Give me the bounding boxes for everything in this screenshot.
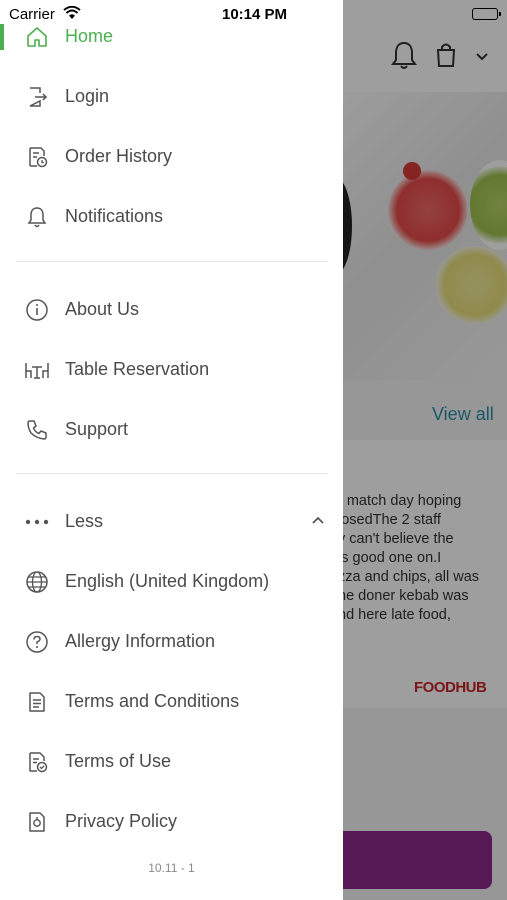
- menu-label: Allergy Information: [65, 630, 216, 651]
- more-dots-icon: [24, 509, 50, 535]
- menu-item-login[interactable]: Login: [0, 71, 343, 121]
- menu-label: Terms and Conditions: [65, 690, 240, 711]
- status-bar: Carrier 10:14 PM: [0, 0, 507, 28]
- bell-icon: [24, 204, 50, 230]
- menu-item-terms-use[interactable]: Terms of Use: [0, 736, 343, 786]
- menu-item-support[interactable]: Support: [0, 404, 343, 454]
- menu-label: Support: [65, 418, 129, 439]
- menu-divider: [16, 261, 328, 262]
- menu-item-privacy[interactable]: Privacy Policy: [0, 796, 343, 846]
- menu-label: English (United Kingdom): [65, 570, 270, 591]
- menu-label: Notifications: [65, 205, 164, 226]
- menu-label: Login: [65, 85, 110, 106]
- menu-label: Home: [65, 25, 114, 46]
- menu-item-less[interactable]: Less: [0, 496, 343, 546]
- menu-divider: [16, 473, 328, 474]
- menu-label: Less: [65, 510, 104, 531]
- menu-item-table-reservation[interactable]: Table Reservation: [0, 344, 343, 394]
- menu-item-notifications[interactable]: Notifications: [0, 191, 343, 241]
- menu-label: Table Reservation: [65, 358, 210, 379]
- menu-item-language[interactable]: English (United Kingdom): [0, 556, 343, 606]
- status-time: 10:14 PM: [222, 6, 288, 23]
- document-check-icon: [24, 749, 50, 775]
- phone-icon: [24, 417, 50, 443]
- app-version: 10.11 - 1: [148, 861, 195, 875]
- battery-icon: [472, 8, 501, 20]
- navigation-drawer: Home Login Order History Notifications A…: [0, 0, 343, 900]
- menu-label: Terms of Use: [65, 750, 172, 771]
- info-icon: [24, 297, 50, 323]
- menu-item-about-us[interactable]: About Us: [0, 284, 343, 334]
- login-icon: [24, 84, 50, 110]
- menu-label: Privacy Policy: [65, 810, 178, 831]
- wifi-icon: [63, 5, 81, 25]
- globe-icon: [24, 569, 50, 595]
- menu-label: Order History: [65, 145, 173, 166]
- help-circle-icon: [24, 629, 50, 655]
- menu-item-order-history[interactable]: Order History: [0, 131, 343, 181]
- chevron-up-icon: [311, 512, 325, 530]
- document-icon: [24, 689, 50, 715]
- menu-item-terms-conditions[interactable]: Terms and Conditions: [0, 676, 343, 726]
- menu-label: About Us: [65, 298, 140, 319]
- table-icon: [24, 357, 50, 383]
- privacy-icon: [24, 809, 50, 835]
- order-history-icon: [24, 144, 50, 170]
- carrier-label: Carrier: [9, 6, 55, 23]
- menu-item-allergy[interactable]: Allergy Information: [0, 616, 343, 666]
